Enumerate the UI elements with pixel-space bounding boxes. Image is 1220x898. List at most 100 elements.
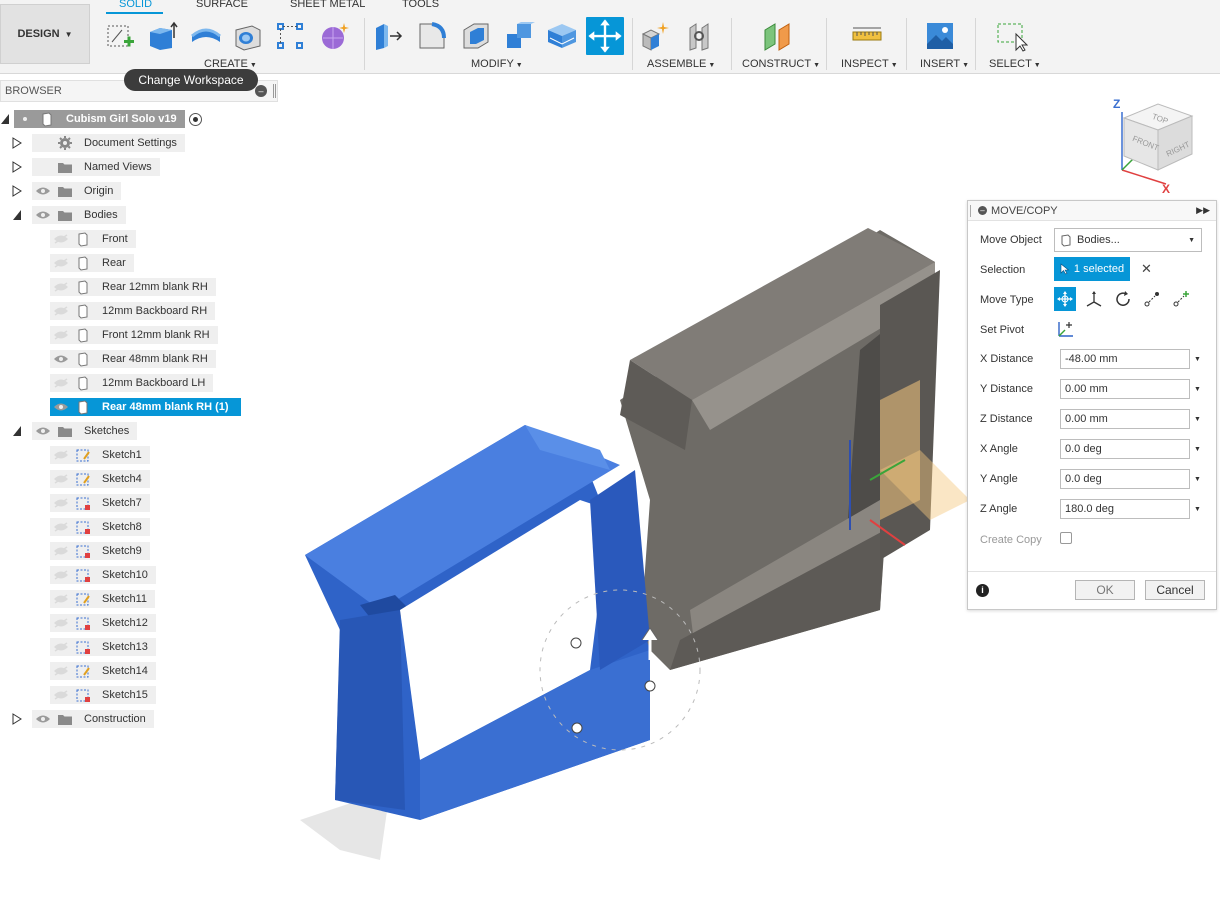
tab-sheet-metal[interactable]: SHEET METAL — [290, 0, 365, 10]
visibility-eye-icon[interactable] — [50, 542, 72, 560]
collapsed-triangle-icon[interactable] — [12, 713, 22, 725]
tree-item-box[interactable]: Sketches — [32, 422, 138, 440]
insert-menu[interactable]: INSERT ▼ — [920, 58, 969, 70]
tree-item-box[interactable]: Document Settings — [32, 134, 185, 152]
viewcube[interactable]: Z X TOP FRONT RIGHT — [1110, 92, 1200, 202]
blue-body[interactable] — [305, 425, 650, 820]
tab-solid[interactable]: SOLID — [119, 0, 152, 10]
tree-item[interactable]: Sketch15 — [50, 684, 156, 706]
info-icon[interactable]: i — [976, 584, 989, 597]
collapsed-triangle-icon[interactable] — [12, 161, 22, 173]
move-copy-icon[interactable] — [586, 17, 624, 55]
tree-item-box[interactable]: Sketch13 — [50, 638, 156, 656]
tree-item[interactable]: Sketch9 — [50, 540, 150, 562]
visibility-eye-icon[interactable] — [50, 398, 72, 416]
y-distance-input[interactable]: 0.00 mm — [1060, 379, 1190, 399]
tree-item[interactable]: Sketch11 — [50, 588, 156, 610]
move-object-select[interactable]: Bodies... ▼ — [1054, 228, 1202, 252]
z-angle-input[interactable]: 180.0 deg — [1060, 499, 1190, 519]
visibility-eye-icon[interactable] — [50, 662, 72, 680]
tree-item[interactable]: Rear 48mm blank RH (1) — [50, 396, 241, 418]
tree-item[interactable]: 12mm Backboard RH — [50, 300, 216, 322]
tree-item[interactable]: Sketches — [13, 420, 138, 442]
visibility-eye-icon[interactable] — [50, 446, 72, 464]
chevron-down-icon[interactable]: ▼ — [1194, 416, 1201, 423]
translate-icon[interactable] — [1083, 287, 1105, 311]
visibility-eye-icon[interactable] — [32, 182, 54, 200]
visibility-eye-icon[interactable] — [32, 710, 54, 728]
visibility-eye-icon[interactable] — [50, 638, 72, 656]
selection-button[interactable]: 1 selected — [1054, 257, 1130, 281]
construct-menu[interactable]: CONSTRUCT ▼ — [742, 58, 820, 70]
collapse-icon[interactable]: – — [255, 85, 267, 97]
collapsed-triangle-icon[interactable] — [12, 185, 22, 197]
visibility-eye-icon[interactable] — [14, 110, 36, 128]
expanded-triangle-icon[interactable] — [12, 425, 22, 437]
tree-item[interactable]: Bodies — [13, 204, 126, 226]
cancel-button[interactable]: Cancel — [1145, 580, 1205, 600]
free-move-icon[interactable] — [1054, 287, 1076, 311]
measure-icon[interactable] — [851, 20, 883, 52]
hole-icon[interactable] — [232, 20, 264, 52]
z-distance-input[interactable]: 0.00 mm — [1060, 409, 1190, 429]
tree-item-box[interactable]: Sketch14 — [50, 662, 156, 680]
visibility-eye-icon[interactable] — [50, 590, 72, 608]
tree-item-box[interactable]: Sketch1 — [50, 446, 150, 464]
visibility-eye-icon[interactable] — [50, 278, 72, 296]
scale-icon[interactable] — [546, 20, 578, 52]
visibility-eye-icon[interactable] — [50, 686, 72, 704]
tree-item-box[interactable]: Sketch7 — [50, 494, 150, 512]
tree-item-box[interactable]: Sketch4 — [50, 470, 150, 488]
tab-surface[interactable]: SURFACE — [196, 0, 248, 10]
tree-item-box[interactable]: Bodies — [32, 206, 126, 224]
expanded-triangle-icon[interactable] — [0, 113, 10, 125]
tree-item-box[interactable]: Rear 48mm blank RH (1) — [50, 398, 241, 416]
extrude-icon[interactable] — [146, 20, 178, 52]
chevron-down-icon[interactable]: ▼ — [1194, 356, 1201, 363]
visibility-eye-icon[interactable] — [50, 518, 72, 536]
tree-item[interactable]: Sketch13 — [50, 636, 156, 658]
activate-radio-icon[interactable] — [188, 112, 202, 126]
tree-item-box[interactable]: Rear — [50, 254, 134, 272]
chevron-down-icon[interactable]: ▼ — [1194, 506, 1201, 513]
point-to-position-icon[interactable] — [1170, 287, 1192, 311]
tree-item-box[interactable]: Sketch9 — [50, 542, 150, 560]
visibility-eye-icon[interactable] — [32, 422, 54, 440]
offset-plane-icon[interactable] — [761, 20, 793, 52]
pattern-icon[interactable] — [274, 20, 306, 52]
tree-item[interactable]: Front — [50, 228, 136, 250]
visibility-eye-icon[interactable] — [50, 326, 72, 344]
x-angle-input[interactable]: 0.0 deg — [1060, 439, 1190, 459]
visibility-eye-icon[interactable] — [50, 566, 72, 584]
fillet-icon[interactable] — [416, 20, 448, 52]
visibility-eye-icon[interactable] — [50, 614, 72, 632]
ok-button[interactable]: OK — [1075, 580, 1135, 600]
select-menu[interactable]: SELECT ▼ — [989, 58, 1041, 70]
chevron-down-icon[interactable]: ▼ — [1194, 446, 1201, 453]
tree-item[interactable]: Sketch12 — [50, 612, 156, 634]
create-sketch-icon[interactable] — [104, 20, 136, 52]
shell-icon[interactable] — [460, 20, 492, 52]
expand-icon[interactable]: ▶▶ — [1196, 205, 1210, 216]
assemble-menu[interactable]: ASSEMBLE ▼ — [647, 58, 715, 70]
create-copy-checkbox[interactable] — [1060, 532, 1072, 544]
tree-item-box[interactable]: Sketch11 — [50, 590, 156, 608]
tree-item-box[interactable]: Front — [50, 230, 136, 248]
collapse-icon[interactable]: – — [978, 206, 987, 215]
visibility-eye-icon[interactable] — [32, 206, 54, 224]
tree-item[interactable]: Sketch14 — [50, 660, 156, 682]
tree-item[interactable]: Rear 48mm blank RH — [50, 348, 216, 370]
tree-item[interactable]: Sketch1 — [50, 444, 150, 466]
workspace-switcher-button[interactable]: DESIGN ▼ — [0, 4, 90, 64]
tree-item[interactable]: Rear 12mm blank RH — [50, 276, 216, 298]
window-select-icon[interactable] — [996, 20, 1028, 52]
tree-item[interactable]: Document Settings — [12, 132, 185, 154]
visibility-eye-icon[interactable] — [50, 302, 72, 320]
modify-menu[interactable]: MODIFY ▼ — [471, 58, 523, 70]
tree-item-box[interactable]: Construction — [32, 710, 154, 728]
tree-item[interactable]: Origin — [12, 180, 122, 202]
tree-item[interactable]: Sketch7 — [50, 492, 150, 514]
tree-item[interactable]: Front 12mm blank RH — [50, 324, 218, 346]
panel-grip-icon[interactable] — [970, 205, 972, 217]
tree-item-box[interactable]: Cubism Girl Solo v19 — [14, 110, 185, 128]
